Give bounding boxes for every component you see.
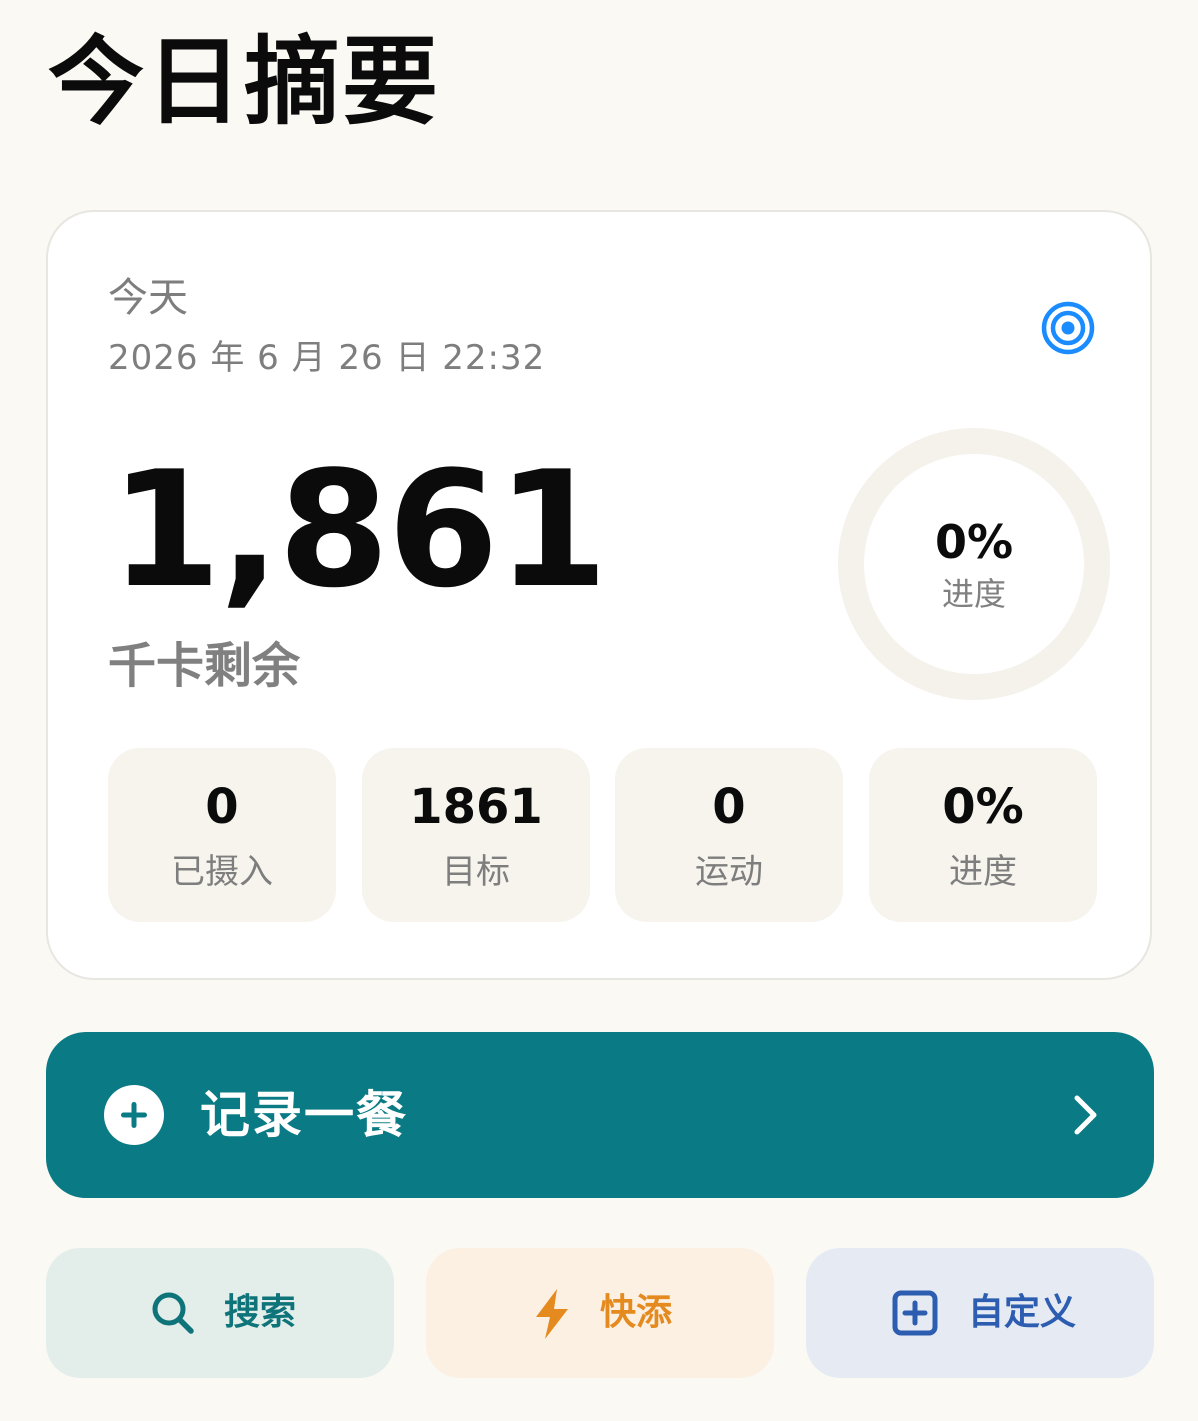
target-icon[interactable] <box>1040 300 1096 356</box>
calories-remaining-value: 1,861 <box>110 436 608 623</box>
custom-label: 自定义 <box>968 1292 1077 1333</box>
stat-exercise: 0 运动 <box>615 748 843 922</box>
stat-value: 0 <box>712 779 746 835</box>
quick-add-label: 快添 <box>600 1292 673 1333</box>
stat-value: 0 <box>205 779 239 835</box>
day-label: 今天 <box>108 275 188 321</box>
daily-summary-card: 今天 2026 年 6 月 26 日 22:32 1,861 千卡剩余 0% 进… <box>46 210 1152 980</box>
log-meal-label: 记录一餐 <box>200 1086 408 1144</box>
search-icon <box>152 1292 194 1334</box>
stat-label: 目标 <box>442 852 510 892</box>
progress-ring-label: 进度 <box>941 575 1006 613</box>
stat-value: 1861 <box>409 779 543 835</box>
search-button[interactable]: 搜索 <box>46 1248 394 1378</box>
progress-ring-value: 0% <box>934 515 1014 569</box>
chevron-right-icon <box>1074 1095 1097 1135</box>
stat-goal: 1861 目标 <box>362 748 590 922</box>
search-label: 搜索 <box>224 1292 297 1333</box>
log-meal-button[interactable]: 记录一餐 <box>46 1032 1154 1198</box>
stat-label: 进度 <box>949 852 1017 892</box>
custom-button[interactable]: 自定义 <box>806 1248 1154 1378</box>
stat-consumed: 0 已摄入 <box>108 748 336 922</box>
stat-label: 运动 <box>695 852 763 892</box>
quick-add-button[interactable]: 快添 <box>426 1248 774 1378</box>
plus-square-icon <box>892 1290 938 1336</box>
calories-remaining-caption: 千卡剩余 <box>108 638 301 694</box>
stat-value: 0% <box>942 779 1024 835</box>
plus-circle-icon <box>104 1085 164 1145</box>
lightning-icon <box>536 1289 568 1339</box>
stat-progress: 0% 进度 <box>869 748 1097 922</box>
page-title: 今日摘要 <box>48 26 440 138</box>
date-time: 2026 年 6 月 26 日 22:32 <box>108 338 546 378</box>
stat-label: 已摄入 <box>171 852 273 892</box>
